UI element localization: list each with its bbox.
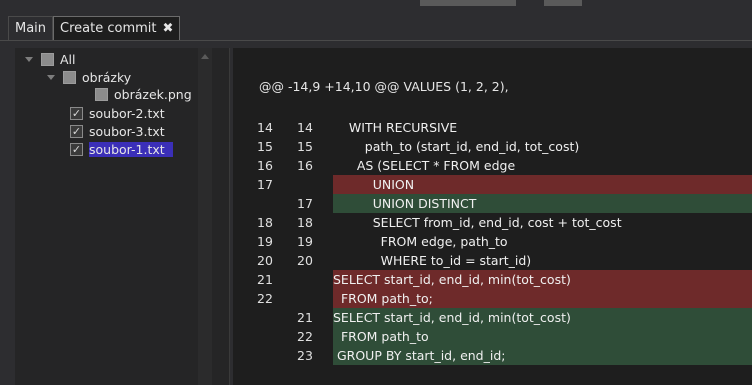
tab-create-commit[interactable]: Create commit ✖ (53, 16, 181, 40)
checkbox-indeterminate[interactable] (63, 70, 76, 84)
diff-line-add: 23 GROUP BY start_id, end_id; (233, 346, 752, 365)
old-line-number: 22 (257, 291, 273, 306)
code-text: FROM edge, path_to (333, 234, 508, 249)
code-text: UNION (333, 177, 415, 192)
tree-item-label: All (60, 51, 76, 67)
old-line-number: 19 (257, 234, 273, 249)
diff-line-ctx: 15 15 path_to (start_id, end_id, tot_cost… (233, 137, 752, 156)
new-line-number: 17 (297, 196, 313, 211)
old-line-number: 14 (257, 120, 273, 135)
old-line-number: 17 (257, 177, 273, 192)
new-line-number: 18 (297, 215, 313, 230)
code-text: FROM path_to (333, 329, 429, 344)
code-text: AS (SELECT * FROM edge (333, 158, 516, 173)
code-text: FROM path_to; (333, 291, 433, 306)
tree-item-label: soubor-2.txt (89, 105, 165, 121)
diff-line-ctx: 18 18 SELECT from_id, end_id, cost + tot_… (233, 213, 752, 232)
tree-item-all[interactable]: All (25, 50, 76, 68)
new-line-number: 21 (297, 310, 313, 325)
code-text: SELECT from_id, end_id, cost + tot_cost (333, 215, 622, 230)
tree-scrollbar[interactable] (198, 48, 212, 385)
code-text: SELECT start_id, end_id, min(tot_cost) (333, 310, 571, 325)
diff-line-del: 17 UNION (233, 175, 752, 194)
tree-item-file[interactable]: ✓ soubor-3.txt (70, 122, 165, 140)
diff-line-ctx: 19 19 FROM edge, path_to (233, 232, 752, 251)
checkbox-indeterminate[interactable] (41, 52, 54, 66)
scroll-up-arrow-icon[interactable] (201, 54, 209, 59)
old-line-number: 18 (257, 215, 273, 230)
expand-arrow-icon[interactable] (47, 74, 55, 80)
code-text: path_to (start_id, end_id, tot_cost) (333, 139, 580, 154)
diff-line-del: 21 SELECT start_id, end_id, min(tot_cost) (233, 270, 752, 289)
tree-item-file[interactable]: ✓ soubor-2.txt (70, 104, 165, 122)
code-text: GROUP BY start_id, end_id; (333, 348, 506, 363)
diff-view: @@ -14,9 +14,10 @@ VALUES (1, 2, 2), 14 1… (233, 48, 752, 385)
diff-line-add: 17 UNION DISTINCT (233, 194, 752, 213)
code-text: UNION DISTINCT (333, 196, 477, 211)
tree-item-label: obrázek.png (114, 86, 192, 102)
tab-label: Main (15, 21, 47, 36)
code-text: WITH RECURSIVE (333, 120, 458, 135)
new-line-number: 23 (297, 348, 313, 363)
new-line-number: 20 (297, 253, 313, 268)
tree-item-label: soubor-1.txt (89, 141, 173, 157)
old-line-number: 16 (257, 158, 273, 173)
tab-divider (0, 40, 752, 41)
top-strip (0, 0, 752, 10)
checkbox-checked[interactable]: ✓ (70, 106, 83, 120)
diff-line-add: 22 FROM path_to (233, 327, 752, 346)
tab-main[interactable]: Main (8, 16, 54, 40)
old-line-number: 15 (257, 139, 273, 154)
code-text: SELECT start_id, end_id, min(tot_cost) (333, 272, 571, 287)
hunk-header: @@ -14,9 +14,10 @@ VALUES (1, 2, 2), (259, 79, 509, 94)
file-tree: All obrázky obrázek.png ✓ soubor-2.txt ✓… (15, 48, 230, 385)
diff-line-ctx: 14 14 WITH RECURSIVE (233, 118, 752, 137)
new-line-number: 16 (297, 158, 313, 173)
tree-item-label: obrázky (82, 69, 132, 85)
tree-item-file-selected[interactable]: ✓ soubor-1.txt (70, 140, 173, 158)
toolbar-fragment (544, 0, 582, 6)
old-line-number: 21 (257, 272, 273, 287)
tree-item-folder[interactable]: obrázky (47, 68, 131, 86)
diff-line-ctx: 20 20 WHERE to_id = start_id) (233, 251, 752, 270)
diff-line-del: 22 FROM path_to; (233, 289, 752, 308)
tree-item-file[interactable]: obrázek.png (95, 85, 192, 103)
new-line-number: 15 (297, 139, 313, 154)
new-line-number: 22 (297, 329, 313, 344)
new-line-number: 14 (297, 120, 313, 135)
old-line-number: 20 (257, 253, 273, 268)
tree-item-label: soubor-3.txt (89, 123, 165, 139)
toolbar-fragment (420, 0, 516, 6)
tab-label: Create commit (60, 21, 157, 36)
code-text: WHERE to_id = start_id) (333, 253, 532, 268)
checkbox-checked[interactable]: ✓ (70, 142, 83, 156)
checkbox-checked[interactable]: ✓ (70, 124, 83, 138)
close-x-icon[interactable]: ✖ (163, 21, 174, 36)
expand-arrow-icon[interactable] (25, 56, 33, 62)
tab-bar: Main Create commit ✖ (8, 12, 181, 40)
checkbox-indeterminate[interactable] (95, 87, 108, 101)
diff-line-add: 21 SELECT start_id, end_id, min(tot_cost) (233, 308, 752, 327)
diff-line-ctx: 16 16 AS (SELECT * FROM edge (233, 156, 752, 175)
new-line-number: 19 (297, 234, 313, 249)
